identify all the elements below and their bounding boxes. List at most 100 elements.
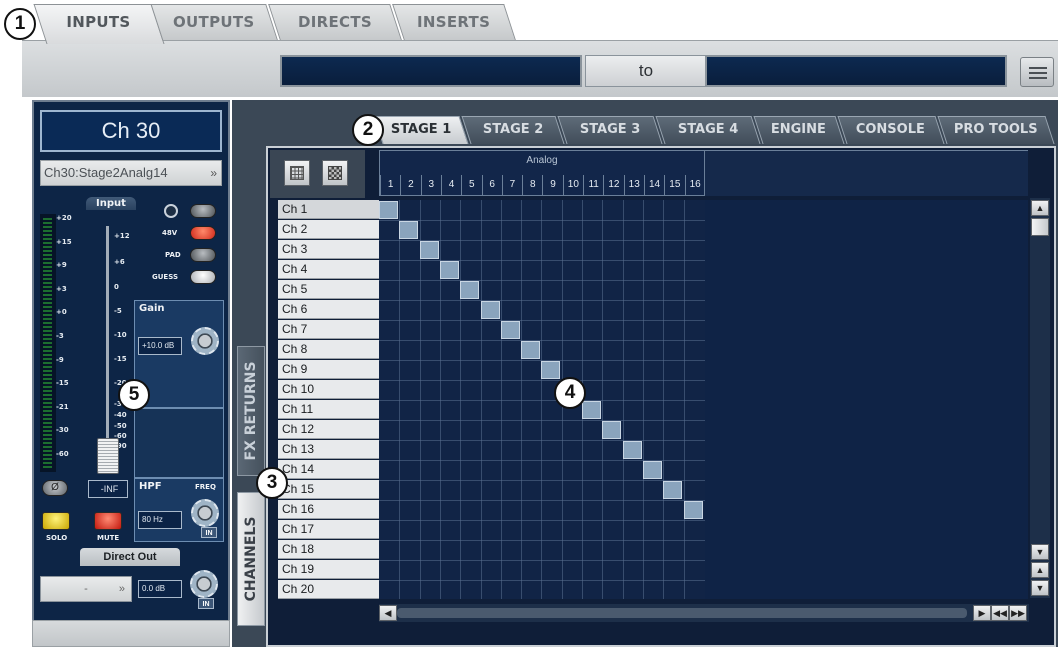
tab-inputs[interactable]: INPUTS [33,4,165,44]
fader-track[interactable] [106,226,109,466]
patch-cell-assigned[interactable] [663,481,683,499]
source-field[interactable] [280,55,582,87]
tab-channels[interactable]: CHANNELS [237,492,265,626]
row-label[interactable]: Ch 5 [278,280,379,299]
row-label[interactable]: Ch 2 [278,220,379,239]
row-label[interactable]: Ch 11 [278,400,379,419]
row-label[interactable]: Ch 1 [278,200,379,219]
direct-out-selector[interactable]: - » [40,576,132,602]
hpf-in-button[interactable]: IN [201,527,217,538]
row-label[interactable]: Ch 15 [278,480,379,499]
input-toggle[interactable] [190,204,216,218]
to-label: to [585,55,707,87]
destination-field[interactable] [705,55,1007,87]
row-label[interactable]: Ch 16 [278,500,379,519]
column-number: 6 [481,175,502,195]
patchbay-main: STAGE 1 STAGE 2 STAGE 3 STAGE 4 ENGINE C… [232,100,1058,647]
patch-cell-assigned[interactable] [582,401,601,419]
pad-toggle[interactable] [190,248,216,262]
fader-handle[interactable] [97,438,119,474]
checker-icon[interactable] [322,160,348,186]
patch-cell-assigned[interactable] [419,241,439,259]
row-label[interactable]: Ch 18 [278,540,379,559]
row-label[interactable]: Ch 7 [278,320,379,339]
patch-cell-assigned[interactable] [642,461,662,479]
column-header: Analog 1 2 3 4 5 6 7 8 9 10 11 12 13 14 15 16 [379,150,705,196]
phase-icon[interactable] [164,204,178,218]
rewind-icon[interactable]: ◀◀ [991,605,1009,621]
grid-line [379,260,705,261]
patch-cell-assigned[interactable] [460,281,480,299]
patch-cell-assigned[interactable] [622,441,642,459]
phase-invert-icon[interactable]: Ø [42,480,68,496]
scroll-thumb[interactable] [1031,218,1049,236]
direct-out-knob[interactable] [190,570,218,598]
scroll-right-icon[interactable]: ▶ [973,605,991,621]
patch-cell-assigned[interactable] [500,321,520,339]
grid-icon[interactable] [284,160,310,186]
page-down-icon[interactable]: ▼ [1031,580,1049,596]
meter-scale-label: -60 [56,450,69,458]
tab-outputs[interactable]: OUTPUTS [150,4,278,40]
row-label[interactable]: Ch 10 [278,380,379,399]
hpf-knob[interactable] [191,499,219,527]
direct-out-level[interactable]: 0.0 dB [138,580,182,598]
patch-matrix[interactable] [379,200,705,599]
column-number: 5 [461,175,481,195]
phantom-power-toggle[interactable] [190,226,216,240]
horizontal-scrollbar[interactable]: ◀ ▶ ◀◀ ▶▶ [379,604,1029,622]
patch-cell-assigned[interactable] [521,341,541,359]
scroll-track[interactable] [397,608,967,618]
mute-button[interactable] [94,512,122,530]
channel-source-selector[interactable]: Ch30:Stage2Analg14 » [40,160,222,186]
row-label[interactable]: Ch 4 [278,260,379,279]
patch-cell-assigned[interactable] [683,501,703,519]
patch-cell-assigned[interactable] [439,261,459,279]
scroll-left-icon[interactable]: ◀ [379,605,397,621]
hpf-value[interactable]: 80 Hz [138,511,182,529]
fast-forward-icon[interactable]: ▶▶ [1009,605,1027,621]
patch-cell-assigned[interactable] [602,421,622,439]
row-label[interactable]: Ch 13 [278,440,379,459]
tab-console[interactable]: CONSOLE [837,116,945,144]
tab-engine[interactable]: ENGINE [753,116,845,144]
input-section-title: Input [86,197,136,210]
guess-toggle[interactable] [190,270,216,284]
gain-value[interactable]: +10.0 dB [138,337,182,355]
patch-cell-assigned[interactable] [399,221,419,239]
tab-stage-1[interactable]: STAGE 1 [373,116,469,144]
page-up-icon[interactable]: ▲ [1031,562,1049,578]
strip-footer [32,620,230,647]
fader-scale-label: -5 [114,307,122,315]
scroll-down-icon[interactable]: ▼ [1031,544,1049,560]
tab-stage-2[interactable]: STAGE 2 [461,116,565,144]
direct-out-in-button[interactable]: IN [198,598,214,609]
row-label[interactable]: Ch 20 [278,580,379,599]
tab-directs[interactable]: DIRECTS [268,4,402,40]
row-label[interactable]: Ch 3 [278,240,379,259]
row-label[interactable]: Ch 12 [278,420,379,439]
row-label[interactable]: Ch 9 [278,360,379,379]
tab-fx-returns[interactable]: FX RETURNS [237,346,265,476]
pad-label: PAD [165,251,181,259]
patch-cell-assigned[interactable] [379,201,398,219]
meter-scale-label: -3 [56,332,64,340]
list-icon[interactable] [1020,57,1054,87]
row-label[interactable]: Ch 6 [278,300,379,319]
row-label[interactable]: Ch 8 [278,340,379,359]
tab-stage-4[interactable]: STAGE 4 [655,116,761,144]
column-number: 2 [400,175,420,195]
gain-knob[interactable] [191,327,219,355]
row-label[interactable]: Ch 17 [278,520,379,539]
patch-cell-assigned[interactable] [541,361,561,379]
solo-button[interactable] [42,512,70,530]
scroll-up-icon[interactable]: ▲ [1031,200,1049,216]
tab-inserts[interactable]: INSERTS [392,4,516,40]
tab-stage-3[interactable]: STAGE 3 [557,116,663,144]
vertical-scrollbar[interactable]: ▲ ▼ ▲ ▼ [1030,198,1050,598]
patch-cell-assigned[interactable] [480,301,500,319]
tab-pro-tools[interactable]: PRO TOOLS [937,116,1055,144]
double-chevron-right-icon: » [210,166,217,180]
row-label[interactable]: Ch 14 [278,460,379,479]
row-label[interactable]: Ch 19 [278,560,379,579]
